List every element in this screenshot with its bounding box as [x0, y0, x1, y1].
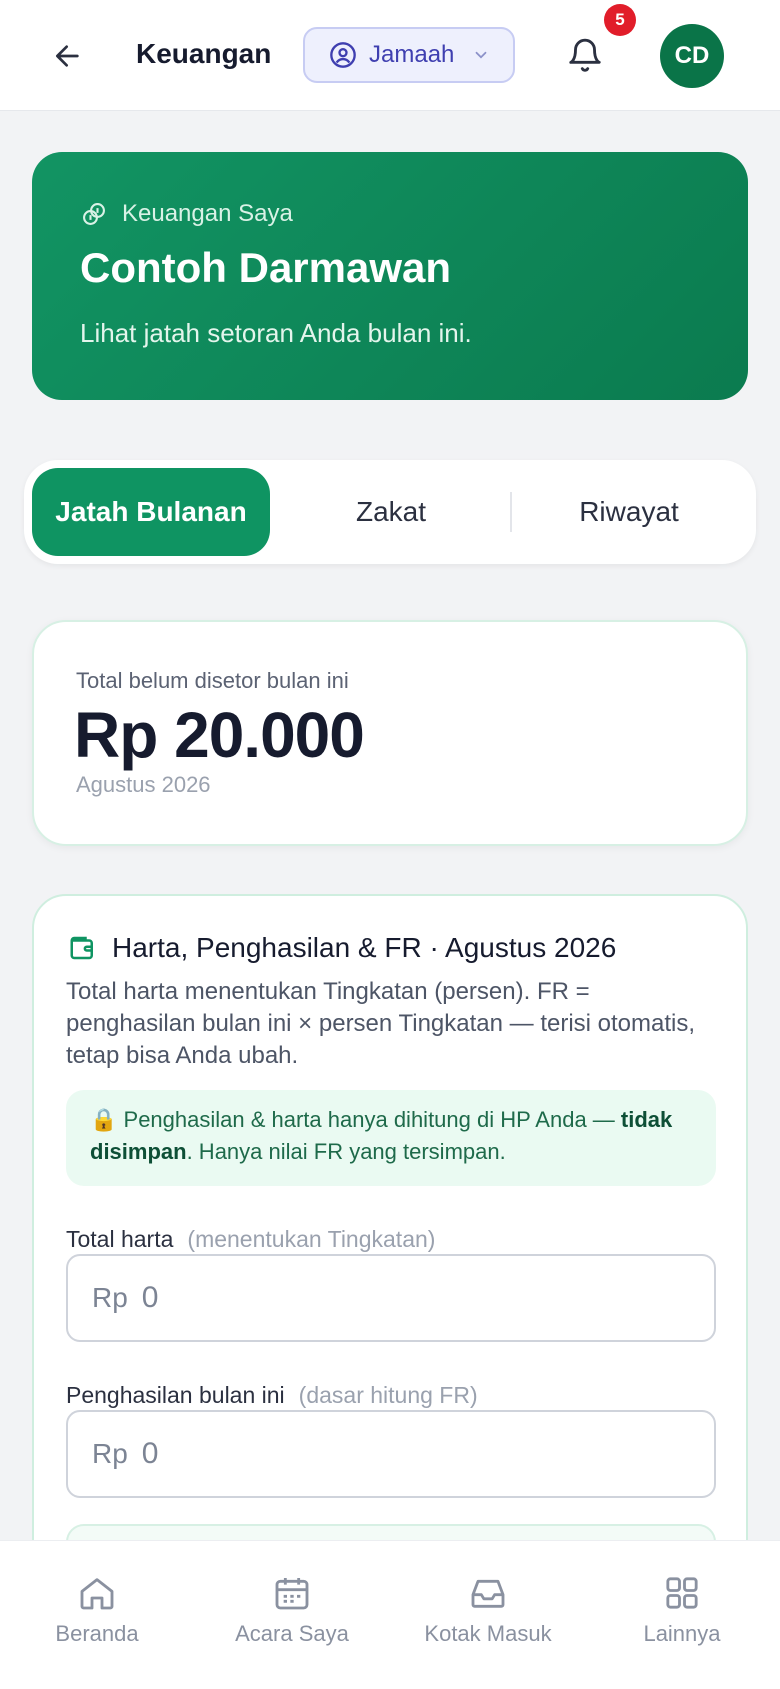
- total-harta-label-text: Total harta: [66, 1226, 174, 1252]
- notifications-button[interactable]: [560, 30, 610, 82]
- hero-description: Lihat jatah setoran Anda bulan ini.: [80, 318, 472, 348]
- nav-acara-saya-label: Acara Saya: [235, 1621, 349, 1646]
- nav-beranda-label: Beranda: [55, 1621, 139, 1646]
- penghasilan-input[interactable]: Rp 0: [66, 1410, 716, 1498]
- nav-lainnya[interactable]: Lainnya: [592, 1573, 772, 1647]
- currency-prefix: Rp: [92, 1282, 128, 1313]
- income-form-card: Harta, Penghasilan & FR · Agustus 2026 T…: [32, 894, 748, 1614]
- currency-prefix: Rp: [92, 1438, 128, 1469]
- nav-beranda[interactable]: Beranda: [7, 1573, 187, 1647]
- finance-hero-card: Keuangan Saya Contoh Darmawan Lihat jata…: [32, 152, 748, 400]
- user-name: Contoh Darmawan: [80, 244, 452, 291]
- bottom-navigation: Beranda Acara Saya Kotak Masuk Lainnya: [0, 1540, 780, 1689]
- home-icon: [80, 1578, 114, 1610]
- wallet-icon: [70, 936, 93, 960]
- outstanding-period: Agustus 2026: [76, 772, 211, 797]
- outstanding-total-card: Total belum disetor bulan ini Rp 20.000 …: [32, 620, 748, 846]
- nav-acara-saya[interactable]: Acara Saya: [202, 1573, 382, 1647]
- penghasilan-value: 0: [141, 1437, 159, 1470]
- hero-eyebrow-label: Keuangan Saya: [122, 200, 293, 227]
- page-title: Keuangan: [136, 38, 272, 69]
- user-circle-icon: [330, 42, 356, 68]
- nav-lainnya-label: Lainnya: [643, 1621, 721, 1646]
- privacy-note-text: Penghasilan & harta hanya dihitung di HP…: [117, 1107, 621, 1132]
- total-harta-label: Total harta (menentukan Tingkatan): [66, 1226, 435, 1253]
- grid-icon: [666, 1577, 698, 1609]
- penghasilan-label-text: Penghasilan bulan ini: [66, 1382, 285, 1408]
- tab-jatah-bulanan[interactable]: Jatah Bulanan: [32, 468, 270, 556]
- role-selector[interactable]: Jamaah: [303, 27, 515, 83]
- tab-divider: [510, 492, 512, 532]
- lock-icon: 🔒: [90, 1107, 118, 1132]
- notification-count-badge: 5: [604, 4, 636, 36]
- tab-zakat[interactable]: Zakat: [286, 468, 496, 556]
- outstanding-label: Total belum disetor bulan ini: [76, 668, 349, 693]
- penghasilan-hint: (dasar hitung FR): [298, 1382, 478, 1408]
- nav-kotak-masuk-label: Kotak Masuk: [424, 1621, 552, 1646]
- bell-icon: [569, 38, 601, 72]
- nav-kotak-masuk[interactable]: Kotak Masuk: [398, 1573, 578, 1647]
- tab-riwayat[interactable]: Riwayat: [524, 468, 734, 556]
- total-harta-value: 0: [141, 1281, 159, 1314]
- finance-tabs: Jatah Bulanan Zakat Riwayat: [24, 460, 756, 564]
- form-description: Total harta menentukan Tingkatan (persen…: [66, 978, 696, 1069]
- arrow-left-icon: [56, 45, 79, 67]
- penghasilan-label: Penghasilan bulan ini (dasar hitung FR): [66, 1382, 478, 1409]
- calendar-icon: [275, 1578, 309, 1610]
- outstanding-amount: Rp 20.000: [74, 699, 365, 771]
- total-harta-input[interactable]: Rp 0: [66, 1254, 716, 1342]
- back-button[interactable]: [44, 34, 92, 78]
- privacy-note-tail: . Hanya nilai FR yang tersimpan.: [186, 1139, 506, 1164]
- form-header: Harta, Penghasilan & FR · Agustus 2026: [68, 932, 616, 964]
- top-app-bar: Keuangan Jamaah 5 CD: [0, 0, 780, 111]
- hero-eyebrow: Keuangan Saya: [80, 200, 293, 228]
- inbox-icon: [471, 1579, 505, 1608]
- total-harta-hint: (menentukan Tingkatan): [187, 1226, 436, 1252]
- privacy-note: 🔒 Penghasilan & harta hanya dihitung di …: [66, 1090, 716, 1186]
- role-selector-label: Jamaah: [369, 41, 455, 68]
- coins-icon: [83, 203, 105, 225]
- form-title: Harta, Penghasilan & FR · Agustus 2026: [112, 932, 617, 963]
- avatar[interactable]: CD: [660, 24, 724, 88]
- chevron-down-icon: [472, 46, 490, 64]
